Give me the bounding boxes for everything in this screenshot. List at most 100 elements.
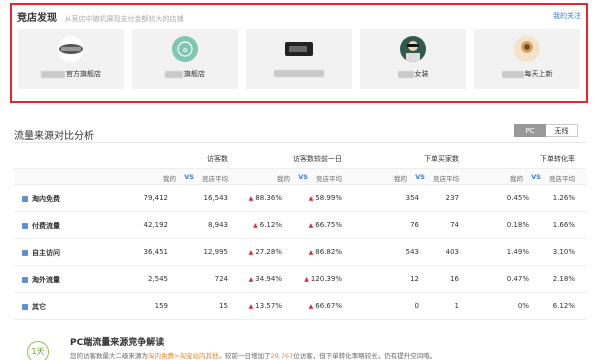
cell: ▲ 88.36% xyxy=(248,194,282,202)
cell: 0.47% xyxy=(506,275,529,283)
up-arrow-icon: ▲ xyxy=(308,303,314,310)
up-arrow-icon: ▲ xyxy=(248,303,254,310)
up-arrow-icon: ▲ xyxy=(308,222,314,229)
insight-title: PC端流量来源竞争解读 xyxy=(70,338,165,348)
cell: ▲ 6.12% xyxy=(253,221,282,229)
sub-vs: VS xyxy=(184,173,194,181)
cell: ▲ 13.57% xyxy=(248,302,282,310)
cell: ▲ 34.94% xyxy=(248,275,282,283)
up-arrow-icon: ▲ xyxy=(248,249,254,256)
shop-logo xyxy=(284,40,314,58)
table-subheader: 我的 VS 竞店平均 我的 VS 竞店平均 我的 VS 竞店平均 我的 VS 竞… xyxy=(14,169,587,185)
cell: ▲ 66.75% xyxy=(308,221,342,229)
cell: 1.49% xyxy=(506,248,529,256)
cell: 0.18% xyxy=(506,221,529,229)
cell: ▲ 27.28% xyxy=(248,248,282,256)
sub-peer: 竞店平均 xyxy=(433,175,459,183)
table-row: 付费流量 42,192 8,943 ▲ 6.12% ▲ 66.75% 76 74 0… xyxy=(14,212,587,239)
sub-vs: VS xyxy=(531,173,541,181)
wireless-toggle-button[interactable]: 无线 xyxy=(546,124,578,137)
traffic-source-table: 访客数 访客数较前一日 下单买家数 下单转化率 我的 VS 竞店平均 我的 VS… xyxy=(14,148,587,320)
source-icon xyxy=(22,195,28,202)
cell: 15 xyxy=(219,302,228,310)
shop-card[interactable]: 官方旗舰店 xyxy=(18,29,124,89)
shop-name: 旗舰店 xyxy=(132,69,238,79)
sub-vs: VS xyxy=(415,173,425,181)
insight-source-link[interactable]: 淘内免费>淘宝站内其他 xyxy=(148,352,218,360)
sub-mine: 我的 xyxy=(510,175,523,183)
insight-text: 您的访客数最大二级来源为淘内免费>淘宝站内其他，较前一日增加了29,767位访客… xyxy=(70,352,437,360)
cell: 6.12% xyxy=(552,302,575,310)
source-name[interactable]: 其它 xyxy=(22,302,46,312)
source-name[interactable]: 付费流量 xyxy=(22,221,60,231)
discovery-header: 竞店发现 从竞店中随机展现支付金额较大的店铺 我的关注 xyxy=(17,9,581,25)
sub-mine: 我的 xyxy=(277,175,290,183)
svg-text:✿: ✿ xyxy=(182,47,187,54)
shop-name: 每天上新 xyxy=(474,69,580,79)
cell: 16 xyxy=(450,275,459,283)
competitor-discovery-panel: 竞店发现 从竞店中随机展现支付金额较大的店铺 我的关注 官方旗舰店 ✿ 旗舰店 xyxy=(10,3,588,103)
source-icon xyxy=(22,249,28,256)
my-follow-link[interactable]: 我的关注 xyxy=(553,11,581,21)
shop-logo xyxy=(400,36,426,62)
cell: ▲ 86.82% xyxy=(308,248,342,256)
shop-card[interactable]: 每天上新 xyxy=(474,29,580,89)
cell: 42,192 xyxy=(143,221,169,229)
up-arrow-icon: ▲ xyxy=(308,195,314,202)
source-name[interactable]: 自主访问 xyxy=(22,248,60,258)
cell: 2,545 xyxy=(147,275,168,283)
header-visitors-change: 访客数较前一日 xyxy=(293,155,342,163)
cell: 12,995 xyxy=(203,248,229,256)
table-row: 自主访问 36,451 12,995 ▲ 27.28% ▲ 86.82% 543 4… xyxy=(14,239,587,266)
shop-logo xyxy=(58,36,84,62)
cell: 543 xyxy=(405,248,419,256)
cell: 12 xyxy=(410,275,419,283)
shop-name: 官方旗舰店 xyxy=(18,69,124,79)
sub-vs: VS xyxy=(298,173,308,181)
cell: 0.45% xyxy=(506,194,529,202)
shop-name: 女装 xyxy=(360,69,466,79)
source-name[interactable]: 淘外流量 xyxy=(22,275,60,285)
up-arrow-icon: ▲ xyxy=(248,276,254,283)
shop-card[interactable] xyxy=(246,29,352,89)
shop-cards: 官方旗舰店 ✿ 旗舰店 女装 每天上新 xyxy=(18,29,580,89)
cell: ▲ 66.67% xyxy=(308,302,342,310)
cell: 74 xyxy=(450,221,459,229)
cell: 1 xyxy=(454,302,459,310)
cell: 3.10% xyxy=(552,248,575,256)
divider xyxy=(14,142,587,143)
cell: 76 xyxy=(410,221,419,229)
shop-logo: ✿ xyxy=(172,36,198,62)
source-icon xyxy=(22,222,28,229)
shop-card[interactable]: 女装 xyxy=(360,29,466,89)
up-arrow-icon: ▲ xyxy=(304,276,309,283)
insight-badge: 1天 xyxy=(27,341,49,360)
cell: 159 xyxy=(154,302,168,310)
cell: 237 xyxy=(445,194,459,202)
section-title: 流量来源对比分析 xyxy=(14,131,94,142)
cell: ▲ 58.99% xyxy=(308,194,342,202)
up-arrow-icon: ▲ xyxy=(253,222,258,229)
cell: 0 xyxy=(414,302,419,310)
cell: 1.66% xyxy=(552,221,575,229)
sub-mine: 我的 xyxy=(394,175,407,183)
pc-toggle-button[interactable]: PC xyxy=(514,124,546,137)
cell: 16,543 xyxy=(203,194,229,202)
sub-peer: 竞店平均 xyxy=(549,175,575,183)
source-icon xyxy=(22,276,28,283)
cell: 2.18% xyxy=(552,275,575,283)
table-row: 其它 159 15 ▲ 13.57% ▲ 66.67% 0 1 0% 6.12% xyxy=(14,293,587,320)
up-arrow-icon: ▲ xyxy=(308,249,314,256)
source-name[interactable]: 淘内免费 xyxy=(22,194,60,204)
sub-mine: 我的 xyxy=(163,175,176,183)
cell: 354 xyxy=(405,194,419,202)
table-row: 淘内免费 79,412 16,543 ▲ 88.36% ▲ 58.99% 354 2… xyxy=(14,185,587,212)
cell: 403 xyxy=(445,248,459,256)
cell: 0% xyxy=(517,302,529,310)
table-header: 访客数 访客数较前一日 下单买家数 下单转化率 xyxy=(14,148,587,169)
shop-card[interactable]: ✿ 旗舰店 xyxy=(132,29,238,89)
sub-peer: 竞店平均 xyxy=(202,175,228,183)
device-toggle: PC 无线 xyxy=(514,124,578,137)
discovery-title: 竞店发现 xyxy=(17,13,57,24)
header-visitors: 访客数 xyxy=(207,155,228,163)
